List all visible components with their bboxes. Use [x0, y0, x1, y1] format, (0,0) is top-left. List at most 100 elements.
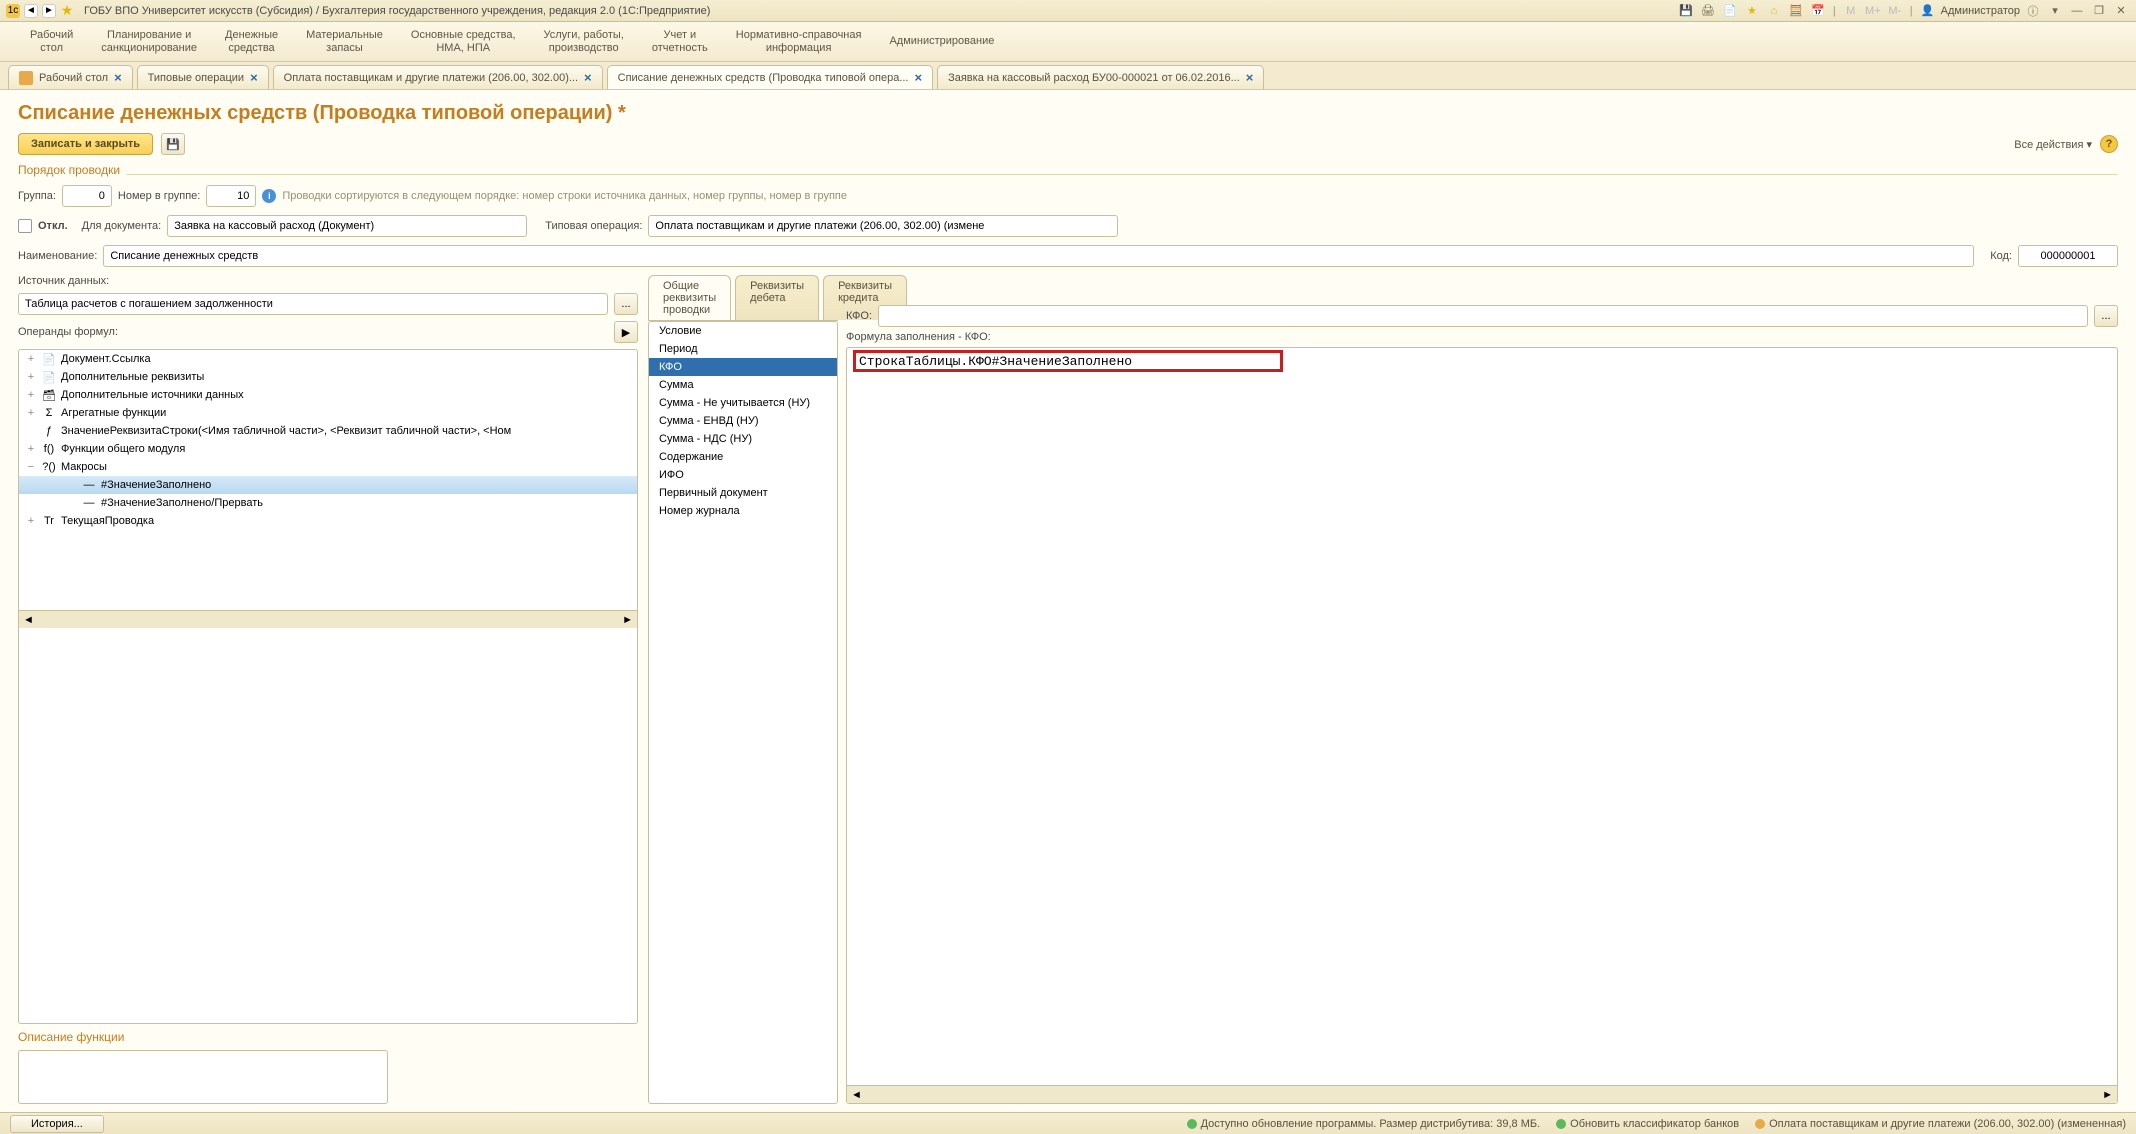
tree-row[interactable]: +🗃Дополнительные источники данных [19, 386, 637, 404]
formula-hscroll[interactable]: ◄► [847, 1085, 2117, 1103]
group-input[interactable] [62, 185, 112, 207]
nav-services[interactable]: Услуги, работы, производство [544, 29, 624, 55]
save-close-button[interactable]: Записать и закрыть [18, 133, 153, 155]
tree-toggle-icon[interactable]: + [25, 389, 37, 401]
tree-row[interactable]: −?()Макросы [19, 458, 637, 476]
insert-operand-button[interactable]: ▶ [614, 321, 638, 343]
list-item[interactable]: Сумма - Не учитывается (НУ) [649, 394, 837, 412]
list-item[interactable]: Первичный документ [649, 484, 837, 502]
close-icon[interactable]: × [584, 70, 592, 85]
tab[interactable]: Рабочий стол× [8, 65, 133, 89]
typop-input[interactable] [648, 215, 1118, 237]
app-title: ГОБУ ВПО Университет искусств (Субсидия)… [78, 5, 1673, 17]
formula-text[interactable]: СтрокаТаблицы.КФО#ЗначениеЗаполнено [851, 352, 2113, 371]
tree-row[interactable]: ƒЗначениеРеквизитаСтроки(<Имя табличной … [19, 422, 637, 440]
nav-assets[interactable]: Основные средства, НМА, НПА [411, 29, 516, 55]
status-update[interactable]: Доступно обновление программы. Размер ди… [1187, 1118, 1541, 1130]
tab[interactable]: Заявка на кассовый расход БУ00-000021 от… [937, 65, 1264, 89]
status-bar: История... Доступно обновление программы… [0, 1112, 2136, 1134]
list-item[interactable]: ИФО [649, 466, 837, 484]
m-icon[interactable]: M [1842, 3, 1860, 19]
list-item[interactable]: Сумма [649, 376, 837, 394]
tree-row[interactable]: +f()Функции общего модуля [19, 440, 637, 458]
tab[interactable]: Оплата поставщикам и другие платежи (206… [273, 65, 603, 89]
kfo-select-button[interactable]: ... [2094, 305, 2118, 327]
home-icon[interactable]: ⌂ [1765, 3, 1783, 19]
operands-tree[interactable]: +📄Документ.Ссылка+📄Дополнительные реквиз… [18, 349, 638, 1024]
tab[interactable]: Типовые операции× [137, 65, 269, 89]
history-button[interactable]: История... [10, 1115, 104, 1133]
tree-toggle-icon[interactable]: + [25, 515, 37, 527]
name-input[interactable] [103, 245, 1974, 267]
subtab-common[interactable]: Общие реквизиты проводки [648, 275, 731, 320]
list-item[interactable]: Номер журнала [649, 502, 837, 520]
doc-icon[interactable]: 📄 [1721, 3, 1739, 19]
off-checkbox[interactable] [18, 219, 32, 233]
tree-row[interactable]: +TrТекущаяПроводка [19, 512, 637, 530]
list-item[interactable]: Период [649, 340, 837, 358]
tree-row[interactable]: —#ЗначениеЗаполнено/Прервать [19, 494, 637, 512]
m-minus-icon[interactable]: M- [1886, 3, 1904, 19]
num-input[interactable] [206, 185, 256, 207]
minimize-icon[interactable]: — [2068, 3, 2086, 19]
calendar-icon[interactable]: 📅 [1809, 3, 1827, 19]
tree-row[interactable]: +ΣАгрегатные функции [19, 404, 637, 422]
nav-desktop[interactable]: Рабочий стол [30, 29, 73, 55]
tree-row[interactable]: —#ЗначениеЗаполнено [19, 476, 637, 494]
save-icon[interactable]: 💾 [1677, 3, 1695, 19]
title-bar: 1c ◄ ► ★ ГОБУ ВПО Университет искусств (… [0, 0, 2136, 22]
save-icon-button[interactable]: 💾 [161, 133, 185, 155]
left-column: Источник данных: ... Операнды формул: ▶ … [18, 275, 638, 1104]
code-input[interactable] [2018, 245, 2118, 267]
tree-row[interactable]: +📄Документ.Ссылка [19, 350, 637, 368]
tree-toggle-icon[interactable]: + [25, 407, 37, 419]
nav-back-icon[interactable]: ◄ [24, 4, 38, 18]
datasource-select-button[interactable]: ... [614, 293, 638, 315]
tab[interactable]: Списание денежных средств (Проводка типо… [607, 65, 933, 89]
kfo-input[interactable] [878, 305, 2088, 327]
list-item[interactable]: Сумма - ЕНВД (НУ) [649, 412, 837, 430]
all-actions-link[interactable]: Все действия ▾ [2014, 138, 2092, 151]
close-icon[interactable]: × [1246, 70, 1254, 85]
requisite-list[interactable]: УсловиеПериодКФОСуммаСумма - Не учитывае… [648, 321, 838, 1104]
nav-fwd-icon[interactable]: ► [42, 4, 56, 18]
maximize-icon[interactable]: ❐ [2090, 3, 2108, 19]
close-icon[interactable]: × [915, 70, 923, 85]
calc-icon[interactable]: 🧮 [1787, 3, 1805, 19]
close-icon[interactable]: × [250, 70, 258, 85]
subtab-debit[interactable]: Реквизиты дебета [735, 275, 819, 320]
close-window-icon[interactable]: ✕ [2112, 3, 2130, 19]
tree-row[interactable]: +📄Дополнительные реквизиты [19, 368, 637, 386]
star-icon[interactable]: ★ [60, 4, 74, 18]
list-item[interactable]: КФО [649, 358, 837, 376]
tree-toggle-icon[interactable]: + [25, 443, 37, 455]
help-icon[interactable]: ? [2100, 135, 2118, 153]
tree-node-icon: f() [41, 442, 57, 456]
m-plus-icon[interactable]: M+ [1864, 3, 1882, 19]
order-section-label: Порядок проводки [18, 163, 120, 177]
list-item[interactable]: Содержание [649, 448, 837, 466]
favorite-icon[interactable]: ★ [1743, 3, 1761, 19]
formula-box[interactable]: СтрокаТаблицы.КФО#ЗначениеЗаполнено ◄► [846, 347, 2118, 1104]
close-icon[interactable]: × [114, 70, 122, 85]
list-item[interactable]: Сумма - НДС (НУ) [649, 430, 837, 448]
status-bank[interactable]: Обновить классификатор банков [1556, 1118, 1739, 1130]
tree-toggle-icon[interactable]: − [25, 461, 37, 473]
info-icon[interactable]: ⓘ [2024, 3, 2042, 19]
dropdown-icon[interactable]: ▾ [2046, 3, 2064, 19]
nav-materials[interactable]: Материальные запасы [306, 29, 383, 55]
nav-reference[interactable]: Нормативно-справочная информация [736, 29, 862, 55]
nav-accounting[interactable]: Учет и отчетность [652, 29, 708, 55]
print-icon[interactable]: 🖨 [1699, 3, 1717, 19]
tree-node-icon: 🗃 [41, 388, 57, 402]
nav-cash[interactable]: Денежные средства [225, 29, 278, 55]
status-payment[interactable]: Оплата поставщикам и другие платежи (206… [1755, 1118, 2126, 1130]
list-item[interactable]: Условие [649, 322, 837, 340]
nav-admin[interactable]: Администрирование [889, 35, 994, 48]
for-doc-input[interactable] [167, 215, 527, 237]
nav-planning[interactable]: Планирование и санкционирование [101, 29, 197, 55]
tree-hscroll[interactable]: ◄► [19, 610, 637, 628]
tree-toggle-icon[interactable]: + [25, 371, 37, 383]
datasource-input[interactable] [18, 293, 608, 315]
tree-toggle-icon[interactable]: + [25, 353, 37, 365]
